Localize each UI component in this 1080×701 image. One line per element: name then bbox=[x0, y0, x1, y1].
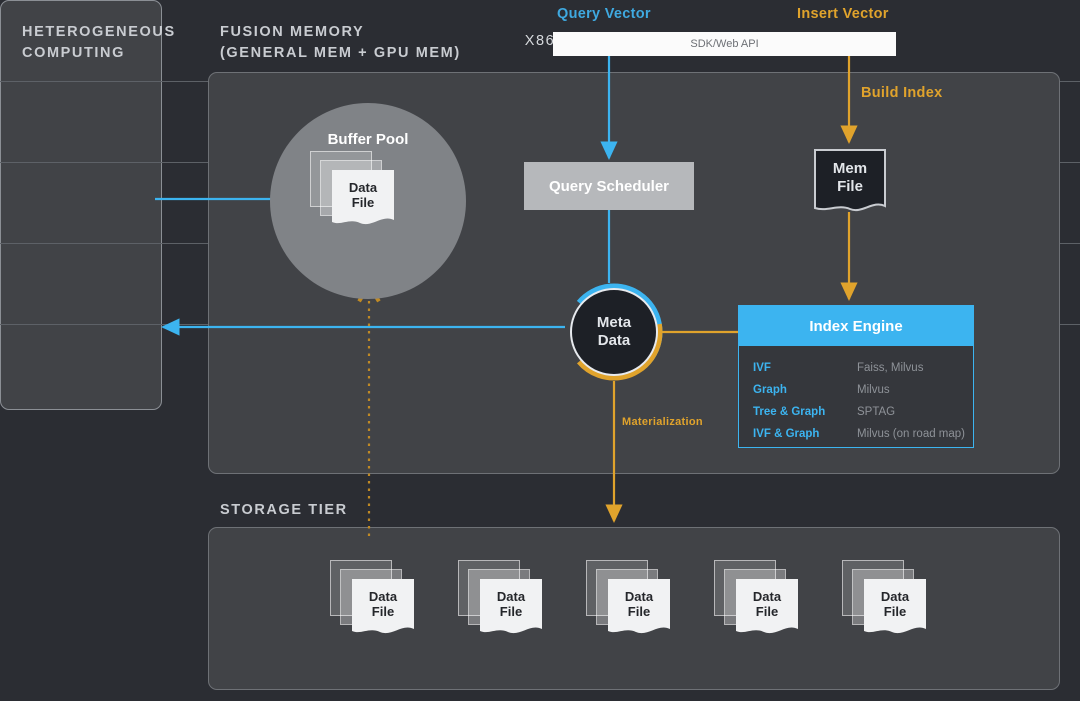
data-file-label: Data File bbox=[880, 589, 910, 619]
sdk-web-api-bar[interactable]: SDK/Web API bbox=[553, 32, 896, 56]
query-scheduler-label: Query Scheduler bbox=[548, 177, 670, 195]
index-impl: Faiss, Milvus bbox=[857, 362, 924, 374]
buffer-pool-title: Buffer Pool bbox=[327, 131, 409, 148]
buffer-pool-node: Buffer Pool Data File bbox=[270, 103, 466, 299]
index-type: IVF bbox=[753, 362, 771, 374]
meta-data-core: Meta Data bbox=[570, 288, 658, 376]
meta-data-node: Meta Data bbox=[565, 283, 663, 381]
data-file-label: Data File bbox=[368, 589, 398, 619]
section-title-storage-tier: STORAGE TIER bbox=[220, 502, 348, 518]
index-engine-row: Tree & Graph SPTAG bbox=[753, 401, 973, 423]
index-engine-row: Graph Milvus bbox=[753, 379, 973, 401]
index-engine-title: Index Engine bbox=[739, 306, 973, 346]
index-type: IVF & Graph bbox=[753, 428, 820, 440]
compute-unit-label: X86 bbox=[524, 32, 556, 49]
mem-file-node: Mem File bbox=[813, 148, 887, 218]
api-bar-label: SDK/Web API bbox=[690, 38, 759, 50]
index-type: Graph bbox=[753, 384, 787, 396]
mem-file-label: Mem File bbox=[832, 160, 868, 195]
flow-label-query-vector: Query Vector bbox=[557, 6, 651, 22]
index-engine-node: Index Engine IVF Faiss, Milvus Graph Mil… bbox=[738, 305, 974, 448]
flow-label-materialization: Materialization bbox=[622, 416, 703, 428]
index-engine-row: IVF & Graph Milvus (on road map) bbox=[753, 423, 973, 445]
data-file-label: Data File bbox=[348, 180, 378, 210]
index-impl: Milvus (on road map) bbox=[857, 428, 966, 440]
data-file-label: Data File bbox=[624, 589, 654, 619]
index-engine-table: IVF Faiss, Milvus Graph Milvus Tree & Gr… bbox=[739, 346, 973, 445]
index-impl: SPTAG bbox=[857, 406, 896, 418]
index-impl: Milvus bbox=[857, 384, 890, 396]
data-file-label: Data File bbox=[752, 589, 782, 619]
data-file-label: Data File bbox=[496, 589, 526, 619]
query-scheduler-node[interactable]: Query Scheduler bbox=[524, 162, 694, 210]
flow-label-build-index: Build Index bbox=[861, 85, 943, 101]
index-type: Tree & Graph bbox=[753, 406, 826, 418]
index-engine-row: IVF Faiss, Milvus bbox=[753, 357, 973, 379]
heterogeneous-computing-panel: X86 ARM GPU TPU other ASIC bbox=[0, 0, 1080, 410]
compute-unit-x86[interactable]: X86 bbox=[0, 0, 1080, 81]
architecture-diagram: HETEROGENEOUS COMPUTING FUSION MEMORY (G… bbox=[0, 0, 1080, 701]
flow-label-insert-vector: Insert Vector bbox=[797, 6, 889, 22]
